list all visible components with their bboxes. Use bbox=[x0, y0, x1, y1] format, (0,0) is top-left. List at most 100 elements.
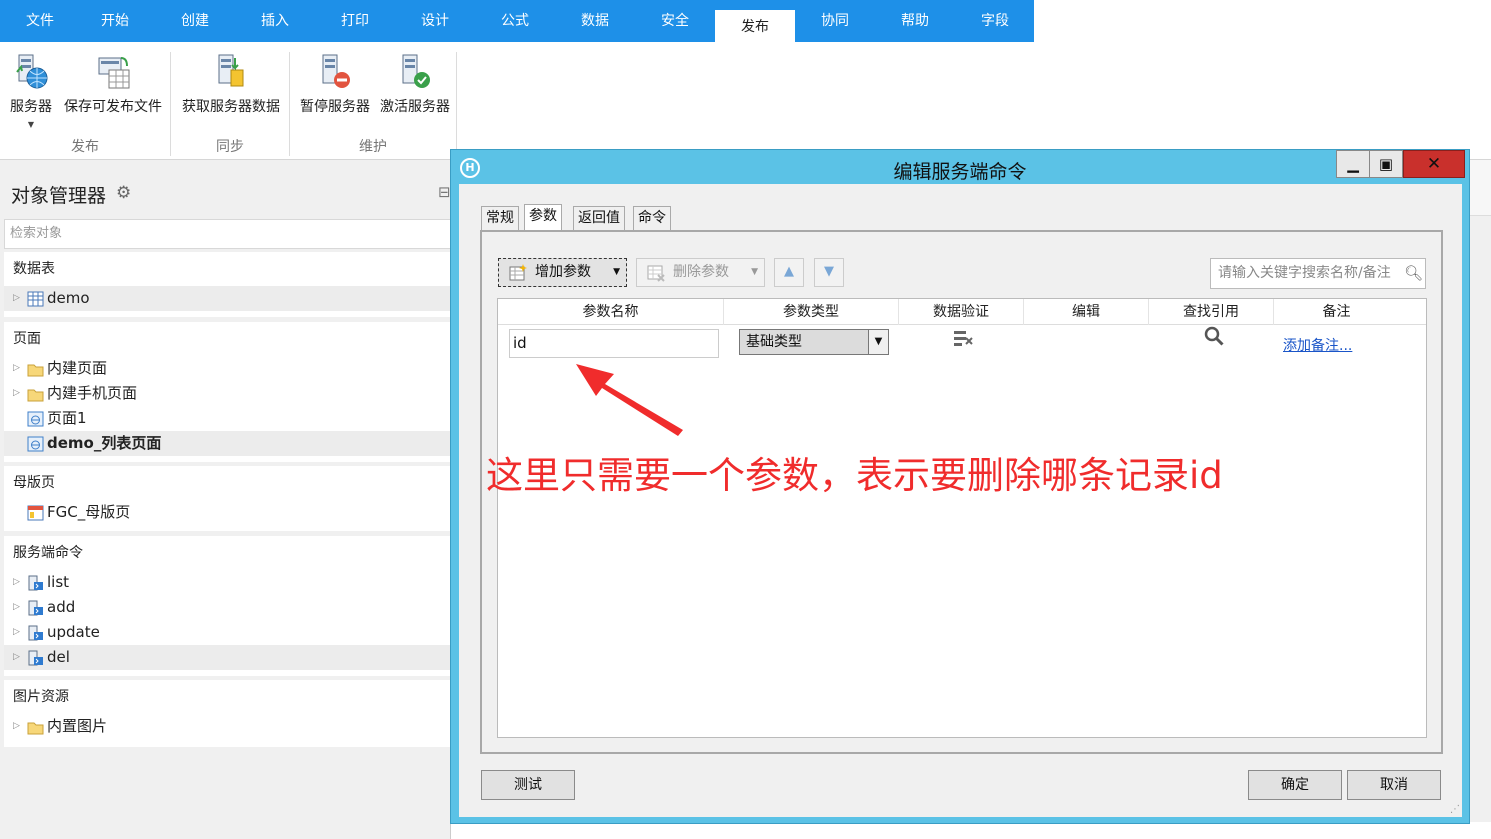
data-validation-icon[interactable] bbox=[953, 329, 975, 351]
column-header-type[interactable]: 参数类型 bbox=[724, 299, 899, 325]
tree-item-demo-table[interactable]: ▷ demo bbox=[4, 286, 452, 311]
object-search-input[interactable]: 检索对象 bbox=[4, 219, 452, 249]
chevron-down-icon[interactable]: ▼ bbox=[868, 330, 888, 354]
search-icon[interactable]: 🔍︎ bbox=[1404, 259, 1423, 288]
server-command-icon bbox=[27, 649, 44, 666]
resize-grip-icon[interactable]: ⋰ bbox=[1450, 804, 1460, 815]
delete-parameter-button[interactable]: 删除参数 ▼ bbox=[636, 258, 765, 287]
server-command-icon bbox=[27, 574, 44, 591]
collapse-icon[interactable]: ⊟ bbox=[438, 183, 451, 201]
chevron-down-icon[interactable]: ▼ bbox=[613, 259, 620, 286]
tree-item-command-add[interactable]: ▷ add bbox=[4, 595, 452, 620]
dialog-title: 编辑服务端命令 bbox=[893, 161, 1027, 183]
delete-parameter-icon bbox=[646, 263, 666, 293]
annotation-text: 这里只需要一个参数，表示要删除哪条记录id bbox=[486, 454, 1223, 497]
tab-security[interactable]: 安全 bbox=[635, 0, 715, 42]
parameter-type-select[interactable]: 基础类型 ▼ bbox=[739, 329, 889, 355]
tree-item-builtin-mobile-pages[interactable]: ▷ 内建手机页面 bbox=[4, 381, 452, 406]
expand-arrow-icon[interactable]: ▷ bbox=[13, 381, 20, 406]
tab-create[interactable]: 创建 bbox=[155, 0, 235, 42]
find-references-icon[interactable] bbox=[1203, 325, 1225, 352]
tab-insert[interactable]: 插入 bbox=[235, 0, 315, 42]
group-label-sync: 同步 bbox=[216, 139, 244, 155]
maximize-button[interactable]: ▣ bbox=[1370, 150, 1403, 178]
tab-help[interactable]: 帮助 bbox=[875, 0, 955, 42]
tree-item-builtin-pages[interactable]: ▷ 内建页面 bbox=[4, 356, 452, 381]
move-up-button[interactable]: ▲ bbox=[774, 258, 804, 287]
column-header-note[interactable]: 备注 bbox=[1274, 299, 1399, 325]
tree-item-command-del[interactable]: ▷ del bbox=[4, 645, 452, 670]
add-note-link[interactable]: 添加备注... bbox=[1283, 335, 1352, 355]
object-manager-panel: 对象管理器 ⚙ ⊟ 检索对象 数据表 ▷ demo 页面 ▷ 内建页面 ▷ 内建… bbox=[0, 161, 452, 839]
expand-arrow-icon[interactable]: ▷ bbox=[13, 714, 20, 739]
tab-command[interactable]: 命令 bbox=[633, 206, 671, 230]
maximize-icon: ▣ bbox=[1378, 155, 1394, 173]
dialog-titlebar[interactable]: H 编辑服务端命令 ▁ ▣ ✕ bbox=[451, 150, 1469, 184]
save-publishable-file-button[interactable]: 保存可发布文件 bbox=[58, 52, 168, 116]
pause-server-button[interactable]: 暂停服务器 bbox=[296, 52, 374, 116]
tab-general[interactable]: 常规 bbox=[481, 206, 519, 230]
tab-fields[interactable]: 字段 bbox=[955, 0, 1035, 42]
tree-item-builtin-images[interactable]: ▷ 内置图片 bbox=[4, 714, 452, 739]
tab-home[interactable]: 开始 bbox=[75, 0, 155, 42]
expand-arrow-icon[interactable]: ▷ bbox=[13, 356, 20, 381]
close-button[interactable]: ✕ bbox=[1403, 150, 1465, 178]
tree-item-label: 内建手机页面 bbox=[47, 384, 138, 402]
ok-button[interactable]: 确定 bbox=[1248, 770, 1342, 800]
column-header-name[interactable]: 参数名称 bbox=[498, 299, 724, 325]
group-label-publish: 发布 bbox=[71, 139, 99, 155]
expand-arrow-icon[interactable]: ▷ bbox=[13, 570, 20, 595]
move-down-button[interactable]: ▼ bbox=[814, 258, 844, 287]
expand-arrow-icon[interactable]: ▷ bbox=[13, 620, 20, 645]
section-title-pages: 页面 bbox=[13, 331, 41, 347]
expand-arrow-icon[interactable]: ▷ bbox=[13, 645, 20, 670]
activate-server-button[interactable]: 激活服务器 bbox=[376, 52, 454, 116]
add-parameter-label: 增加参数 bbox=[535, 264, 591, 280]
tab-parameters[interactable]: 参数 bbox=[524, 204, 562, 231]
tree-item-page1[interactable]: 页面1 bbox=[4, 406, 452, 431]
tree-item-label: 内置图片 bbox=[47, 717, 108, 735]
tab-data[interactable]: 数据 bbox=[555, 0, 635, 42]
fetch-server-data-label: 获取服务器数据 bbox=[182, 99, 280, 115]
tree-item-label: add bbox=[47, 598, 76, 616]
server-button-label: 服务器 bbox=[10, 99, 52, 115]
tree-item-command-list[interactable]: ▷ list bbox=[4, 570, 452, 595]
tree-item-label: FGC_母版页 bbox=[47, 503, 131, 521]
column-header-validation[interactable]: 数据验证 bbox=[899, 299, 1024, 325]
delete-parameter-label: 删除参数 bbox=[673, 264, 729, 280]
expand-arrow-icon[interactable]: ▷ bbox=[13, 286, 20, 311]
section-pages: 页面 ▷ 内建页面 ▷ 内建手机页面 页面1 demo_列表页面 bbox=[4, 322, 452, 462]
column-header-edit[interactable]: 编辑 bbox=[1024, 299, 1149, 325]
tab-collaborate[interactable]: 协同 bbox=[795, 0, 875, 42]
tab-return-value[interactable]: 返回值 bbox=[573, 206, 625, 230]
search-placeholder: 请输入关键字搜索名称/备注 bbox=[1218, 265, 1391, 281]
tab-formula[interactable]: 公式 bbox=[475, 0, 555, 42]
tree-item-command-update[interactable]: ▷ update bbox=[4, 620, 452, 645]
tab-design[interactable]: 设计 bbox=[395, 0, 475, 42]
tree-item-fgc-master[interactable]: FGC_母版页 bbox=[4, 500, 452, 525]
tree-item-label: list bbox=[47, 573, 70, 591]
fetch-server-data-button[interactable]: 获取服务器数据 bbox=[176, 52, 286, 116]
dialog-body: 常规 参数 返回值 命令 增加参数 ▼ 删除参数 ▼ ▲ ▼ 请输入关键字搜索名… bbox=[459, 184, 1462, 817]
tab-print[interactable]: 打印 bbox=[315, 0, 395, 42]
tab-publish[interactable]: 发布 bbox=[715, 10, 795, 42]
parameters-grid: 参数名称 参数类型 数据验证 编辑 查找引用 备注 id 基础类型 ▼ 添加备注… bbox=[497, 298, 1427, 738]
cancel-button[interactable]: 取消 bbox=[1347, 770, 1441, 800]
activate-server-label: 激活服务器 bbox=[380, 99, 450, 115]
parameter-name-input[interactable]: id bbox=[509, 329, 719, 358]
chevron-down-icon[interactable]: ▼ bbox=[6, 120, 56, 129]
minimize-button[interactable]: ▁ bbox=[1336, 150, 1370, 178]
expand-arrow-icon[interactable]: ▷ bbox=[13, 595, 20, 620]
server-button[interactable]: 服务器 ▼ bbox=[6, 52, 56, 129]
parameter-search-input[interactable]: 请输入关键字搜索名称/备注 🔍︎ bbox=[1210, 258, 1426, 289]
add-parameter-button[interactable]: 增加参数 ▼ bbox=[498, 258, 627, 287]
web-page-icon bbox=[27, 435, 44, 452]
tree-item-label: 页面1 bbox=[47, 409, 87, 427]
test-button[interactable]: 测试 bbox=[481, 770, 575, 800]
column-header-find-references[interactable]: 查找引用 bbox=[1149, 299, 1274, 325]
tab-file[interactable]: 文件 bbox=[0, 0, 80, 42]
chevron-down-icon[interactable]: ▼ bbox=[751, 259, 758, 286]
gear-icon[interactable]: ⚙ bbox=[116, 183, 131, 203]
tree-item-demo-list-page[interactable]: demo_列表页面 bbox=[4, 431, 452, 456]
close-icon: ✕ bbox=[1426, 154, 1442, 174]
